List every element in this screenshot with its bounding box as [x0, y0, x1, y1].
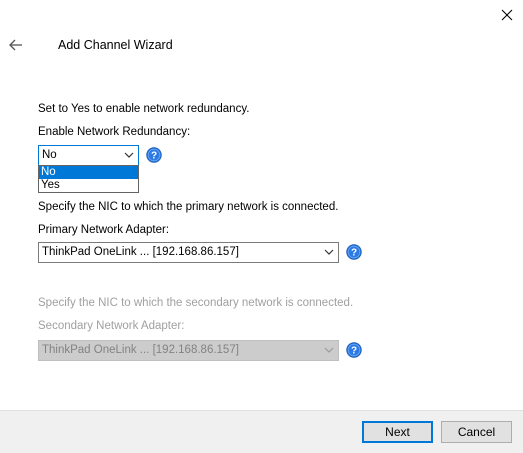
- wizard-title: Add Channel Wizard: [58, 38, 173, 52]
- primary-description: Specify the NIC to which the primary net…: [38, 201, 339, 213]
- back-button[interactable]: [6, 35, 26, 55]
- secondary-description: Specify the NIC to which the secondary n…: [38, 297, 354, 309]
- help-icon[interactable]: ?: [346, 244, 362, 260]
- dropdown-option-yes[interactable]: Yes: [39, 179, 138, 192]
- help-icon[interactable]: ?: [346, 342, 362, 358]
- secondary-adapter-value: ThinkPad OneLink ... [192.168.86.157]: [42, 344, 239, 356]
- wizard-footer: Next Cancel: [0, 410, 523, 453]
- primary-adapter-select[interactable]: ThinkPad OneLink ... [192.168.86.157]: [38, 242, 339, 263]
- chevron-down-icon: [324, 249, 334, 255]
- primary-adapter-value: ThinkPad OneLink ... [192.168.86.157]: [42, 246, 239, 258]
- svg-text:?: ?: [151, 151, 157, 162]
- add-channel-wizard-window: Add Channel Wizard Set to Yes to enable …: [0, 0, 523, 453]
- next-button[interactable]: Next: [362, 421, 433, 443]
- dropdown-option-no[interactable]: No: [39, 166, 138, 179]
- chevron-down-icon: [324, 347, 334, 353]
- secondary-adapter-select[interactable]: ThinkPad OneLink ... [192.168.86.157]: [38, 340, 339, 361]
- close-button[interactable]: [494, 2, 520, 28]
- primary-label: Primary Network Adapter:: [38, 224, 170, 236]
- redundancy-dropdown-list: No Yes: [38, 165, 139, 193]
- cancel-button[interactable]: Cancel: [441, 421, 512, 443]
- chevron-down-icon: [124, 152, 134, 158]
- redundancy-select[interactable]: No: [38, 145, 139, 166]
- svg-text:?: ?: [351, 248, 357, 259]
- help-icon[interactable]: ?: [146, 147, 162, 163]
- redundancy-label: Enable Network Redundancy:: [38, 126, 191, 138]
- svg-text:?: ?: [351, 346, 357, 357]
- secondary-label: Secondary Network Adapter:: [38, 320, 185, 332]
- redundancy-selected-value: No: [42, 149, 57, 161]
- close-icon: [501, 9, 513, 21]
- back-arrow-icon: [9, 39, 22, 51]
- redundancy-description: Set to Yes to enable network redundancy.: [38, 103, 250, 115]
